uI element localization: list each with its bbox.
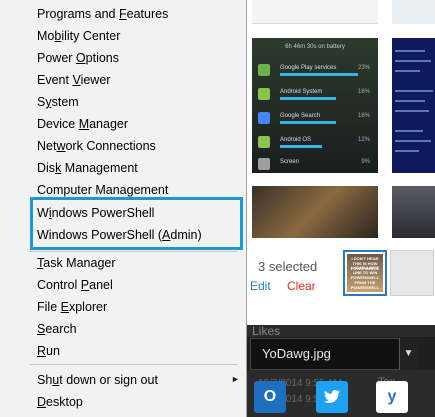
battery-screenshot-thumbnail[interactable]: 6h 46m 30s on battery Google Play servic… [252, 38, 378, 173]
powershell-highlight-box [30, 197, 243, 250]
photo-thumbnail[interactable] [392, 0, 435, 24]
battery-row: Android System 16% [258, 88, 372, 102]
selected-thumbnail[interactable]: I DON'T HEAR THIS IS HOW POWERSHELL I HE… [343, 250, 387, 296]
menu-item-control-panel[interactable]: Control Panel [0, 274, 246, 296]
photo-thumbnail[interactable] [392, 186, 435, 238]
meme-image: I DON'T HEAR THIS IS HOW POWERSHELL I HE… [347, 254, 383, 292]
battery-row: Google Play services 23% [258, 64, 372, 78]
menu-item-shut-down-or-sign-out[interactable]: Shut down or sign out [0, 369, 246, 391]
google-icon [258, 112, 270, 124]
menu-separator [30, 364, 238, 365]
code-screenshot-thumbnail[interactable] [392, 38, 435, 173]
menu-item-power-options[interactable]: Power Options [0, 47, 246, 69]
android-icon [258, 88, 270, 100]
edit-link[interactable]: Edit [250, 279, 271, 293]
menu-item-event-viewer[interactable]: Event Viewer [0, 69, 246, 91]
chevron-down-icon[interactable]: ▼ [399, 338, 417, 370]
menu-item-run[interactable]: Run [0, 340, 246, 362]
menu-item-device-manager[interactable]: Device Manager [0, 113, 246, 135]
screen-icon [258, 158, 270, 170]
winx-menu: Programs and Features Mobility Center Po… [0, 0, 247, 417]
clear-link[interactable]: Clear [287, 279, 316, 293]
selection-count: 3 selected [258, 259, 318, 274]
menu-item-disk-management[interactable]: Disk Management [0, 157, 246, 179]
battery-header: 6h 46m 30s on battery [285, 44, 345, 50]
menu-item-desktop[interactable]: Desktop [0, 391, 246, 413]
android-icon [258, 136, 270, 148]
battery-row: Screen 9% [258, 158, 372, 172]
menu-item-task-manager[interactable]: Task Manager [0, 252, 246, 274]
chevron-right-icon: ► [231, 374, 240, 384]
puzzle-icon [258, 64, 270, 76]
outlook-icon[interactable]: O [254, 381, 286, 413]
menu-item-programs-and-features[interactable]: Programs and Features [0, 3, 246, 25]
yammer-icon[interactable]: y [376, 381, 408, 413]
likes-label: Likes [252, 324, 281, 338]
menu-item-network-connections[interactable]: Network Connections [0, 135, 246, 157]
photo-thumbnail[interactable] [252, 186, 378, 238]
menu-item-file-explorer[interactable]: File Explorer [0, 296, 246, 318]
menu-item-mobility-center[interactable]: Mobility Center [0, 25, 246, 47]
selected-thumbnail[interactable] [390, 250, 434, 296]
twitter-icon[interactable] [316, 381, 348, 413]
battery-row: Google Search 16% [258, 112, 372, 126]
menu-item-search[interactable]: Search [0, 318, 246, 340]
battery-row: Android OS 12% [258, 136, 372, 150]
photo-thumbnail[interactable] [252, 0, 378, 24]
file-name-text: YoDawg.jpg [262, 346, 331, 361]
menu-item-system[interactable]: System [0, 91, 246, 113]
